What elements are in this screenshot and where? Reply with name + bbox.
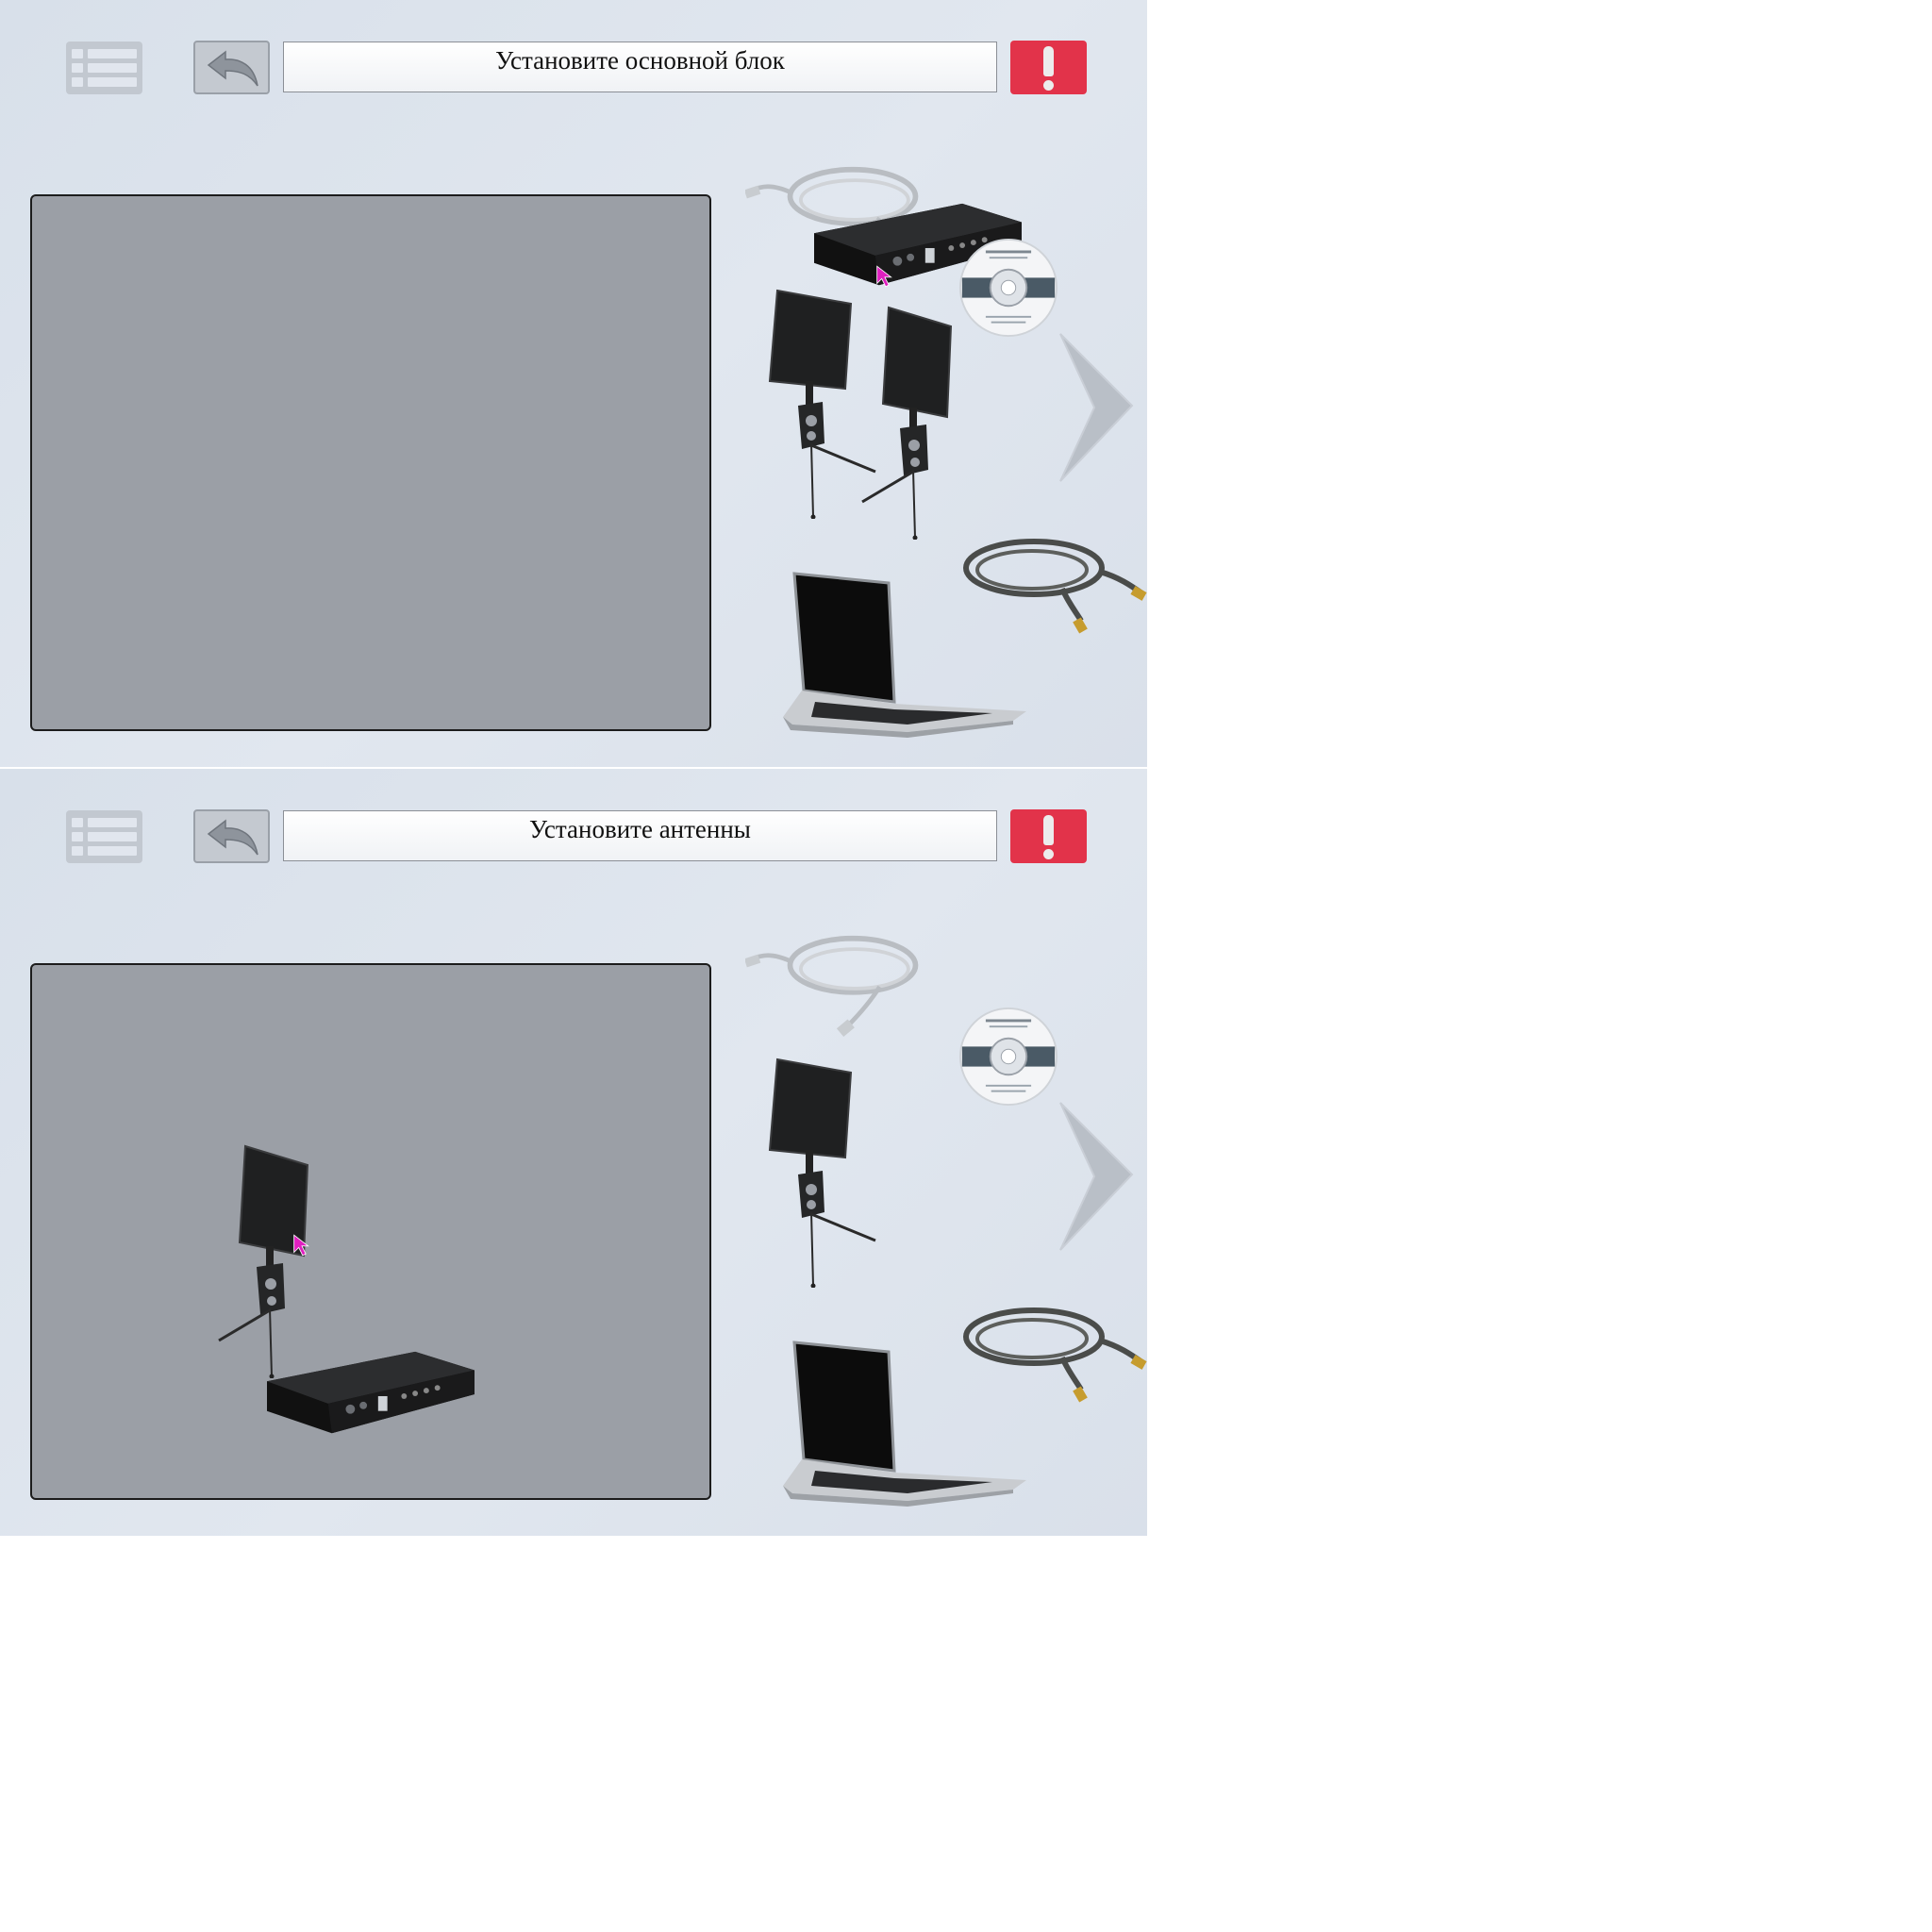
antenna-icon[interactable] — [764, 1052, 887, 1288]
alert-icon[interactable] — [1010, 41, 1087, 94]
mouse-cursor-icon — [875, 264, 894, 289]
next-chevron-icon[interactable] — [1058, 1101, 1134, 1252]
ethernet-cable-icon[interactable] — [745, 929, 924, 1046]
alert-icon[interactable] — [1010, 809, 1087, 863]
placed-receiver-unit-icon[interactable] — [257, 1344, 481, 1446]
step-panel: Установите антенны — [0, 768, 1147, 1536]
menu-icon[interactable] — [66, 42, 142, 94]
instruction-title: Установите основной блок — [283, 42, 997, 92]
undo-arrow-icon — [201, 815, 263, 858]
back-button[interactable] — [193, 809, 270, 863]
laptop-icon[interactable] — [766, 570, 1030, 740]
work-area[interactable] — [30, 963, 711, 1500]
placed-antenna-icon[interactable] — [217, 1142, 340, 1378]
instruction-title: Установите антенны — [283, 810, 997, 861]
laptop-icon[interactable] — [766, 1339, 1030, 1508]
undo-arrow-icon — [201, 46, 263, 90]
antenna-icon[interactable] — [860, 304, 983, 540]
mouse-cursor-icon — [292, 1233, 311, 1257]
menu-icon[interactable] — [66, 810, 142, 863]
next-chevron-icon[interactable] — [1058, 332, 1134, 483]
software-cd-icon[interactable] — [958, 1007, 1058, 1107]
step-panel: Установите основной блок — [0, 0, 1147, 767]
back-button[interactable] — [193, 41, 270, 94]
work-area[interactable] — [30, 194, 711, 731]
